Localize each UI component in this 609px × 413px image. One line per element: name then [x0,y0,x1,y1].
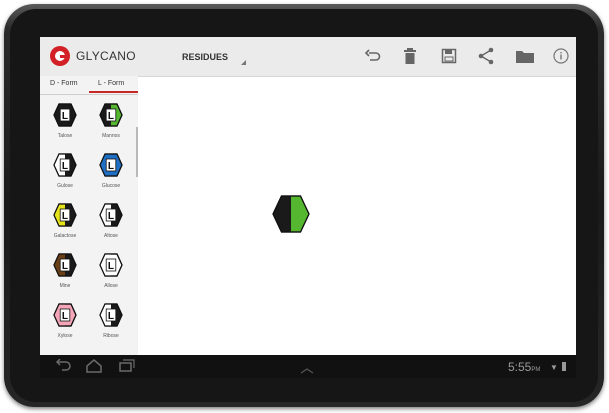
residue-hex-icon: L [99,103,123,132]
residue-item[interactable]: L Galactose [44,199,86,249]
residue-label: Xylose [57,333,73,339]
menu-chevron-icon[interactable] [300,362,314,378]
residue-label: Mannos [102,133,120,139]
back-icon[interactable] [52,358,72,378]
residue-hex-icon: L [53,103,77,132]
residue-label: Glucose [101,183,121,189]
residue-label: Talose [57,133,73,139]
status-ampm: PM [531,367,541,373]
residue-item[interactable]: L Ribose [90,299,132,349]
tab-l-form[interactable]: L - Form [98,80,124,87]
drawing-canvas[interactable] [138,77,576,355]
app-screen: GLYCANO RESIDUES D - Form L - Form L Tal… [40,37,576,378]
share-icon[interactable] [477,47,495,65]
residue-hex-icon: L [53,203,77,232]
residue-item[interactable]: L Allose [90,249,132,299]
tab-d-form[interactable]: D - Form [50,80,78,87]
residue-item[interactable]: L Gulose [44,149,86,199]
app-title: GLYCANO [76,49,136,63]
info-icon[interactable] [552,47,570,65]
wifi-icon: ▼ [550,363,558,372]
residue-label: Mine [59,283,71,289]
residue-hex-icon: L [99,303,123,332]
recent-apps-icon[interactable] [116,359,136,378]
folder-icon[interactable] [515,47,534,65]
residue-hex-icon: L [53,153,77,182]
app-logo-icon [50,46,70,66]
residue-hex-icon: L [53,303,77,332]
save-icon[interactable] [440,47,458,65]
residue-item[interactable]: L Talose [44,99,86,149]
svg-text:L: L [108,111,114,122]
residue-label: Allose [104,283,118,289]
residue-hex-icon: L [99,153,123,182]
residue-hex-icon: L [99,253,123,282]
residues-dropdown[interactable]: RESIDUES [182,52,228,62]
undo-icon[interactable] [364,47,382,65]
residue-label: Altose [104,233,118,239]
system-nav-bar: 5:55PM ▼ [40,355,576,378]
residue-label: Galactose [53,233,77,239]
residue-item[interactable]: L Xylose [44,299,86,349]
action-bar: GLYCANO RESIDUES [40,37,576,77]
residue-item[interactable]: L Glucose [90,149,132,199]
residue-label: Ribose [103,333,119,339]
residue-item[interactable]: L Mine [44,249,86,299]
canvas-residue[interactable] [272,195,310,238]
form-tabs: D - Form L - Form [40,76,138,95]
home-icon[interactable] [84,359,104,378]
residue-item[interactable]: L Altose [90,199,132,249]
tab-selected-indicator [89,91,138,93]
svg-text:L: L [62,161,68,172]
residue-palette: L Talose L Mannos L Gulose L Glucose L G… [40,95,138,355]
residue-label: Gulose [57,183,73,189]
svg-text:L: L [62,311,68,322]
delete-icon[interactable] [401,47,419,65]
residue-hex-icon: L [53,253,77,282]
svg-text:L: L [62,261,68,272]
svg-text:L: L [108,311,114,322]
residue-hex-icon: L [99,203,123,232]
svg-text:L: L [62,111,68,122]
svg-text:L: L [62,211,68,222]
svg-text:L: L [108,211,114,222]
dropdown-caret-icon [241,60,246,65]
svg-text:L: L [108,161,114,172]
residue-item[interactable]: L Mannos [90,99,132,149]
battery-icon [562,362,566,371]
svg-text:L: L [108,261,114,272]
status-clock: 5:55PM [508,360,541,374]
